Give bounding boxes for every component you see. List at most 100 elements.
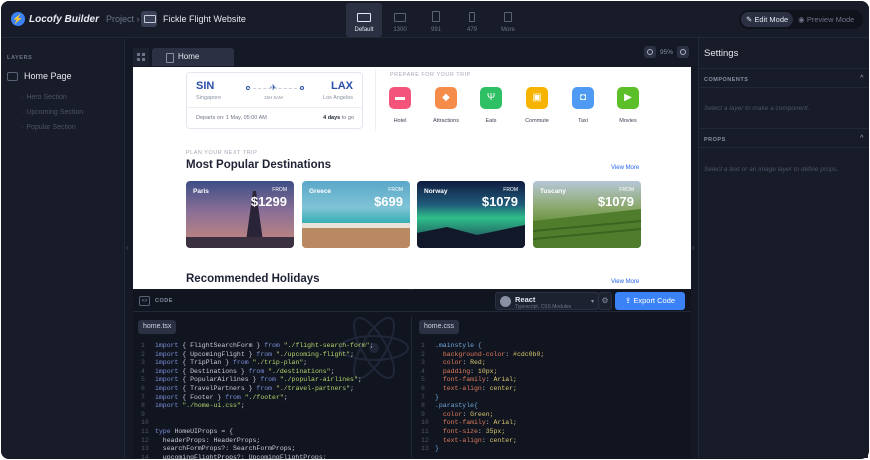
category-commute[interactable]: ▣ Commute xyxy=(517,87,557,124)
code-line: 11 type HomeUIProps = { xyxy=(141,427,234,435)
pencil-icon: ✎ xyxy=(746,15,753,24)
destination-city: Los Angeles xyxy=(323,95,353,101)
destination-card-norway[interactable]: Norway FROM $1079 xyxy=(417,181,525,248)
monitor-icon xyxy=(141,11,157,27)
days-to-go: 4 days to go xyxy=(323,115,354,121)
file-tab-home-tsx[interactable]: home.tsx xyxy=(138,320,177,334)
train-icon: ▣ xyxy=(526,87,548,109)
props-section-header[interactable]: PROPS ^ xyxy=(699,128,869,148)
zoom-out-button[interactable] xyxy=(644,46,656,58)
tab-home[interactable]: Home xyxy=(152,48,234,66)
canvas-tabstrip: Home xyxy=(133,48,234,66)
utensils-icon: Ψ xyxy=(480,87,502,109)
gear-icon[interactable]: ⚙ xyxy=(598,292,612,310)
device-default[interactable]: Default xyxy=(346,3,382,37)
code-line: 5 import { PopularAirlines } from "./popu… xyxy=(141,376,362,384)
destination-card-paris[interactable]: Paris FROM $1299 xyxy=(186,181,294,248)
upcoming-flight-card[interactable]: SIN Singapore ✈ 15H 5AM LAX Los Angeles … xyxy=(186,72,363,129)
departure-time: Departs on: 1 May, 05:00 AM xyxy=(196,115,267,121)
origin-city: Singapore xyxy=(196,95,222,101)
destination-card-greece[interactable]: Greece FROM $699 xyxy=(302,181,410,248)
category-movies[interactable]: ▶ Movies xyxy=(608,87,648,124)
view-more-link[interactable]: View More xyxy=(611,165,639,171)
tsx-code-editor[interactable]: 1 import { FlightSearchForm } from "./fli… xyxy=(141,342,406,460)
eye-icon: ◉ xyxy=(798,15,805,24)
film-icon: ▶ xyxy=(617,87,639,109)
code-line: 10 font-family: Arial; xyxy=(421,419,517,427)
file-tab-home-css[interactable]: home.css xyxy=(419,320,459,334)
code-toolbar: <> CODE React Typescript, CSS Modules ▾ … xyxy=(133,290,691,312)
layers-panel: LAYERS Home Page Hero Section Upcoming S… xyxy=(1,39,125,459)
destination-card-tuscany[interactable]: Tuscany FROM $1079 xyxy=(533,181,641,248)
components-section-header[interactable]: COMPONENTS ^ xyxy=(699,68,869,88)
code-title: CODE xyxy=(155,298,173,304)
category-eats[interactable]: Ψ Eats xyxy=(471,87,511,124)
device-991[interactable]: 991 xyxy=(418,3,454,37)
chevron-up-icon: ^ xyxy=(859,135,864,141)
code-icon: <> xyxy=(139,296,150,306)
layer-hero-section[interactable]: Hero Section xyxy=(21,94,66,101)
framework-select[interactable]: React Typescript, CSS Modules ▾ xyxy=(495,292,599,310)
category-hotel[interactable]: ▬ Hotel xyxy=(380,87,420,124)
view-more-link[interactable]: View More xyxy=(611,279,639,285)
device-switcher: Default 1300 991 479 More xyxy=(346,3,526,37)
destination-price: $1079 xyxy=(597,194,634,209)
code-line: 13 searchFormProps?: SearchFormProps; xyxy=(141,445,296,453)
app-name: Locofy Builder xyxy=(29,13,100,25)
tablet-icon xyxy=(432,11,440,22)
zoom-level: 95% xyxy=(660,48,674,56)
more-devices-icon xyxy=(504,12,512,22)
code-line: 9 color: Green; xyxy=(421,410,494,418)
destination-dot xyxy=(300,86,304,90)
project-name[interactable]: Fickle Flight Website xyxy=(163,14,246,24)
edit-mode-button[interactable]: ✎ Edit Mode xyxy=(741,12,794,27)
layer-upcoming-section[interactable]: Upcoming Section xyxy=(21,109,83,116)
props-hint: Select a text or an image layer to defin… xyxy=(704,166,839,173)
export-icon: ⇪ xyxy=(624,296,632,305)
device-more[interactable]: More xyxy=(490,3,526,37)
ticket-icon: ◆ xyxy=(435,87,457,109)
code-line: 8 .parastyle{ xyxy=(421,402,478,410)
code-line: 8 import "./home-ui.css"; xyxy=(141,402,245,410)
preview-mode-button[interactable]: ◉ Preview Mode xyxy=(793,12,859,27)
collapse-right-icon[interactable]: › xyxy=(692,243,695,252)
code-line: 3 color: Red; xyxy=(421,359,486,367)
top-bar: ⚡ Locofy Builder Project › Fickle Flight… xyxy=(1,1,869,38)
code-line: 6 import { TravelPartners } from "./trave… xyxy=(141,384,354,392)
device-1300[interactable]: 1300 xyxy=(382,3,418,37)
collapse-left-icon[interactable]: ‹ xyxy=(126,243,129,252)
zoom-in-button[interactable] xyxy=(677,46,690,58)
code-line: 13} xyxy=(421,445,439,453)
code-line: 10 xyxy=(141,419,149,427)
code-line: 12 headerProps: HeaderProps; xyxy=(141,436,261,444)
css-code-editor[interactable]: 1 .mainstyle {2 background-color: #cdc0b0… xyxy=(421,342,687,454)
category-attractions[interactable]: ◆ Attractions xyxy=(426,87,466,124)
settings-title: Settings xyxy=(704,48,739,59)
project-label[interactable]: Project › xyxy=(106,14,140,24)
bolt-icon: ⚡ xyxy=(11,12,25,26)
code-line: 11 font-size: 35px; xyxy=(421,427,506,435)
divider xyxy=(411,316,412,458)
destination-price: $1299 xyxy=(250,194,287,209)
device-479[interactable]: 479 xyxy=(454,3,490,37)
code-line: 9 xyxy=(141,410,145,418)
grid-icon[interactable] xyxy=(133,48,149,66)
divider xyxy=(187,107,362,108)
category-taxi[interactable]: ◘ Taxi xyxy=(563,87,603,124)
design-preview: SIN Singapore ✈ 15H 5AM LAX Los Angeles … xyxy=(133,67,691,289)
code-line: 2 import { UpcomingFlight } from "./upcom… xyxy=(141,350,354,358)
export-code-button[interactable]: ⇪ Export Code xyxy=(615,292,685,310)
code-line: 4 padding: 10px; xyxy=(421,367,498,375)
plan-heading: PLAN YOUR NEXT TRIP xyxy=(186,150,258,156)
flight-duration: 15H 5AM xyxy=(264,95,283,100)
code-line: 4 import { Destinations } from "./destina… xyxy=(141,367,335,375)
prepare-heading: PREPARE FOR YOUR TRIP xyxy=(390,72,471,78)
code-panel: <> CODE React Typescript, CSS Modules ▾ … xyxy=(133,290,691,460)
code-line: 6 text-align: center; xyxy=(421,384,517,392)
divider xyxy=(375,69,376,131)
logo[interactable]: ⚡ Locofy Builder xyxy=(11,12,99,26)
layer-popular-section[interactable]: Popular Section xyxy=(21,124,75,131)
destination-code: LAX xyxy=(331,80,353,92)
layer-home-page[interactable]: Home Page xyxy=(7,71,72,81)
chevron-up-icon: ^ xyxy=(859,75,864,81)
